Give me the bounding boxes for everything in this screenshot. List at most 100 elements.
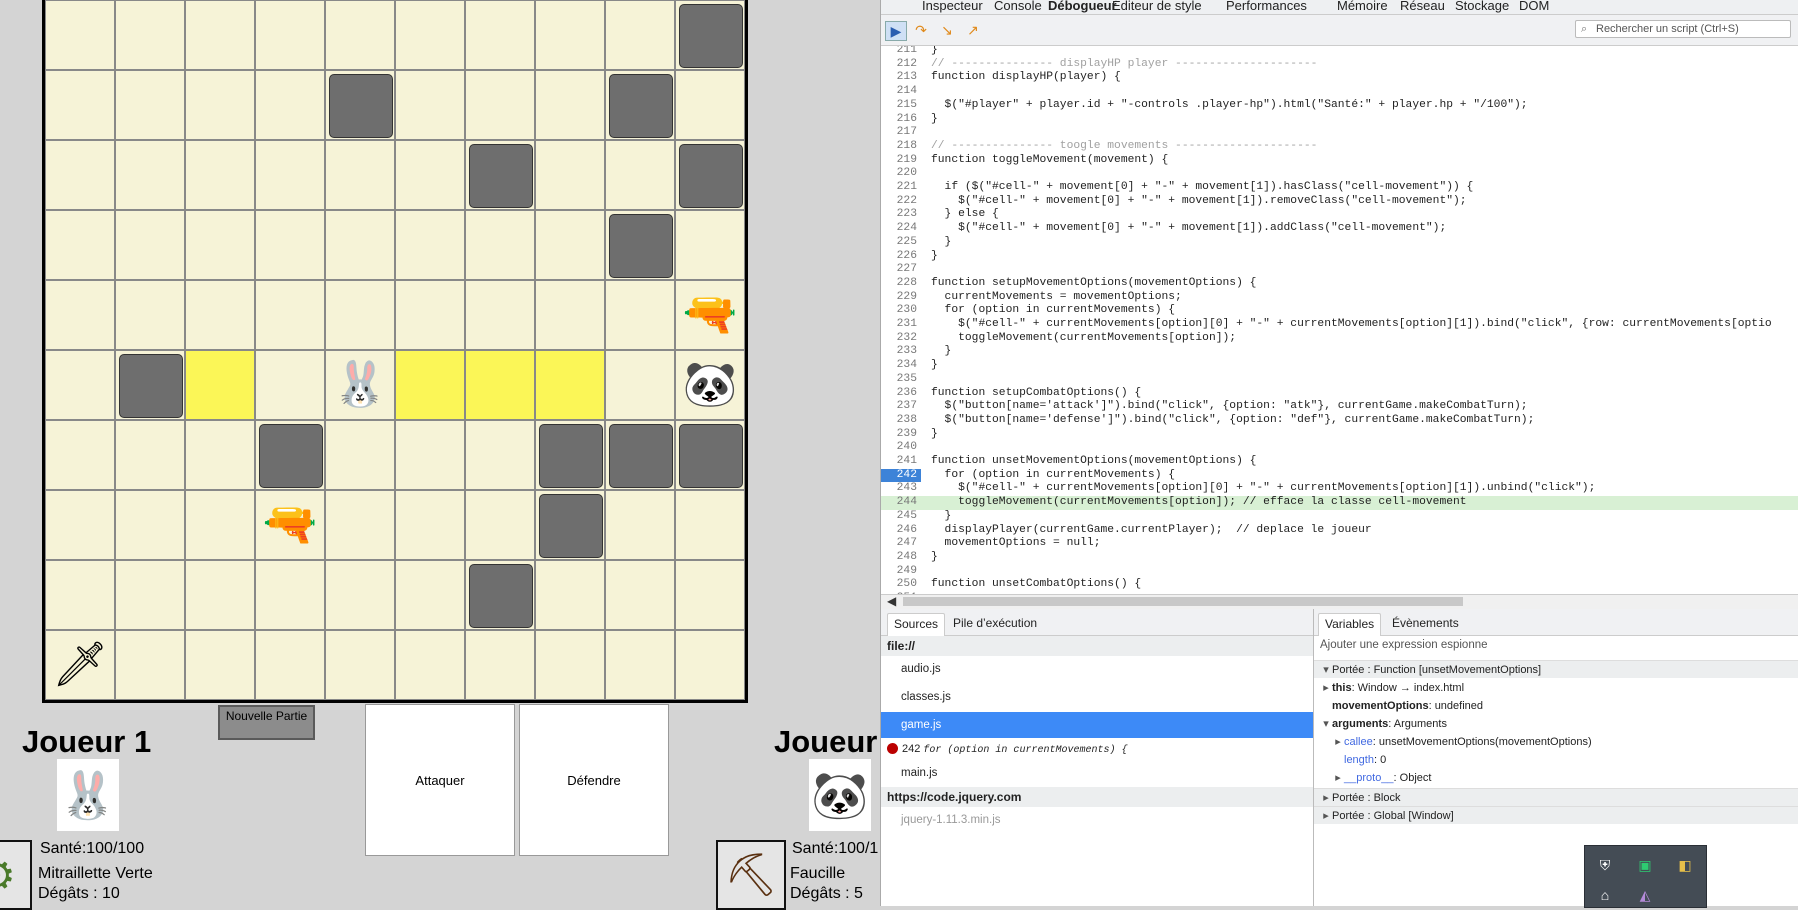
line-number[interactable]: 246	[881, 524, 921, 538]
code-line[interactable]: 218 // --------------- toogle movements -…	[881, 140, 1798, 154]
board-cell-movement[interactable]	[535, 350, 605, 420]
var-callee[interactable]: ▸ callee: unsetMovementOptions(movementOp…	[1332, 733, 1591, 751]
code-line[interactable]: 241 function unsetMovementOptions(movemen…	[881, 455, 1798, 469]
code-line[interactable]: 237 $("button[name='attack']").bind("cli…	[881, 400, 1798, 414]
code-line[interactable]: 236 function setupCombatOptions() {	[881, 387, 1798, 401]
app-tray-icon[interactable]: ▣	[1635, 856, 1655, 874]
code-line[interactable]: 211}	[881, 46, 1798, 58]
line-number[interactable]: 234	[881, 359, 921, 373]
script-search-input[interactable]: ⌕ Rechercher un script (Ctrl+S)	[1575, 20, 1791, 38]
line-number[interactable]: 241	[881, 455, 921, 469]
code-line[interactable]: 242 for (option in currentMovements) {	[881, 468, 1798, 483]
line-number[interactable]: 212	[881, 58, 921, 72]
code-line[interactable]: 244 toggleMovement(currentMovements[opti…	[881, 496, 1798, 510]
code-line[interactable]: 245 }	[881, 510, 1798, 524]
code-line[interactable]: 250 function unsetCombatOptions() {	[881, 578, 1798, 592]
scroll-thumb[interactable]	[903, 597, 1463, 606]
line-number[interactable]: 244	[881, 496, 921, 510]
line-number[interactable]: 236	[881, 387, 921, 401]
code-line[interactable]: 212 // --------------- displayHP player -…	[881, 58, 1798, 72]
code-line[interactable]: 233 }	[881, 345, 1798, 359]
code-line[interactable]: 238 $("button[name='defense']").bind("cl…	[881, 414, 1798, 428]
code-line[interactable]: 249	[881, 565, 1798, 579]
code-line[interactable]: 240	[881, 441, 1798, 455]
line-number[interactable]: 222	[881, 195, 921, 209]
line-number[interactable]: 218	[881, 140, 921, 154]
defense-button[interactable]: Défendre	[519, 704, 669, 856]
attack-button[interactable]: Attaquer	[365, 704, 515, 856]
line-number[interactable]: 233	[881, 345, 921, 359]
code-line[interactable]: 246 displayPlayer(currentGame.currentPla…	[881, 524, 1798, 538]
scope-global[interactable]: ▸ Portée : Global [Window]	[1314, 806, 1798, 824]
line-number[interactable]: 232	[881, 332, 921, 346]
step-over-icon[interactable]: ↷	[911, 21, 931, 39]
line-number[interactable]: 240	[881, 441, 921, 455]
line-number[interactable]: 219	[881, 154, 921, 168]
line-number[interactable]: 237	[881, 400, 921, 414]
code-line[interactable]: 231 $("#cell-" + currentMovements[option…	[881, 318, 1798, 332]
devtools-tab[interactable]: Inspecteur	[922, 0, 983, 13]
code-line[interactable]: 243 $("#cell-" + currentMovements[option…	[881, 482, 1798, 496]
code-line[interactable]: 230 for (option in currentMovements) {	[881, 304, 1798, 318]
source-file[interactable]: main.js	[881, 760, 1313, 786]
line-number[interactable]: 226	[881, 250, 921, 264]
code-line[interactable]: 239}	[881, 428, 1798, 442]
board-cell-movement[interactable]	[395, 350, 465, 420]
scope-block[interactable]: ▸ Portée : Block	[1314, 788, 1798, 806]
line-number[interactable]: 225	[881, 236, 921, 250]
code-line[interactable]: 213 function displayHP(player) {	[881, 71, 1798, 85]
line-number[interactable]: 215	[881, 99, 921, 113]
var-movement-options[interactable]: movementOptions: undefined	[1332, 697, 1483, 715]
line-number[interactable]: 230	[881, 304, 921, 318]
devtools-tab[interactable]: Débogueur	[1048, 0, 1117, 13]
var-this[interactable]: ▸ this: Window → index.html	[1320, 679, 1464, 697]
devtools-tab[interactable]: DOM	[1519, 0, 1549, 13]
code-line[interactable]: 220	[881, 167, 1798, 181]
devtools-tab[interactable]: Performances	[1226, 0, 1307, 13]
code-line[interactable]: 221 if ($("#cell-" + movement[0] + "-" +…	[881, 181, 1798, 195]
board-cell-movement[interactable]	[185, 350, 255, 420]
board-cell-movement[interactable]	[465, 350, 535, 420]
tab-call-stack[interactable]: Pile d’exécution	[947, 613, 1043, 635]
code-line[interactable]: 232 toggleMovement(currentMovements[opti…	[881, 332, 1798, 346]
line-number[interactable]: 214	[881, 85, 921, 99]
code-line[interactable]: 223 } else {	[881, 208, 1798, 222]
source-group-jquery[interactable]: https://code.jquery.com	[881, 787, 1313, 807]
line-number[interactable]: 221	[881, 181, 921, 195]
source-file-selected[interactable]: game.js	[881, 712, 1313, 738]
code-line[interactable]: 247 movementOptions = null;	[881, 537, 1798, 551]
line-number[interactable]: 239	[881, 428, 921, 442]
code-editor[interactable]: 211} 212// --------------- displayHP play…	[881, 46, 1798, 594]
line-number[interactable]: 228	[881, 277, 921, 291]
var-length[interactable]: length: 0	[1344, 751, 1386, 769]
app-tray-icon[interactable]: ◧	[1675, 856, 1695, 874]
app-tray-icon[interactable]: ◭	[1635, 886, 1655, 904]
source-file[interactable]: classes.js	[881, 684, 1313, 710]
scope-function[interactable]: ▾ Portée : Function [unsetMovementOptions…	[1314, 660, 1798, 678]
code-line[interactable]: 217	[881, 126, 1798, 140]
tab-events[interactable]: Évènements	[1386, 613, 1465, 635]
code-line[interactable]: 216}	[881, 113, 1798, 127]
devtools-tab[interactable]: Éditeur de style	[1112, 0, 1202, 13]
code-line[interactable]: 248}	[881, 551, 1798, 565]
source-file[interactable]: jquery-1.11.3.min.js	[881, 807, 1313, 833]
line-number[interactable]: 211	[881, 46, 921, 58]
new-game-button[interactable]: Nouvelle Partie	[218, 705, 315, 740]
line-number[interactable]: 213	[881, 71, 921, 85]
tab-sources[interactable]: Sources	[887, 613, 946, 636]
horizontal-scrollbar[interactable]: ◀	[881, 594, 1798, 609]
breakpoint-line-number[interactable]: 242	[881, 468, 921, 483]
line-number[interactable]: 231	[881, 318, 921, 332]
var-proto[interactable]: ▸ __proto__: Object	[1332, 769, 1431, 787]
devtools-tab[interactable]: Réseau	[1400, 0, 1445, 13]
source-group-file[interactable]: file://	[881, 636, 1313, 656]
line-number[interactable]: 247	[881, 537, 921, 551]
scroll-left-icon[interactable]: ◀	[887, 594, 896, 608]
code-line[interactable]: 235	[881, 373, 1798, 387]
line-number[interactable]: 248	[881, 551, 921, 565]
usb-icon[interactable]: ⌂	[1595, 886, 1615, 904]
code-line[interactable]: 225 }	[881, 236, 1798, 250]
step-in-icon[interactable]: ↘	[937, 21, 957, 39]
step-out-icon[interactable]: ↗	[963, 21, 983, 39]
code-line[interactable]: 226}	[881, 250, 1798, 264]
